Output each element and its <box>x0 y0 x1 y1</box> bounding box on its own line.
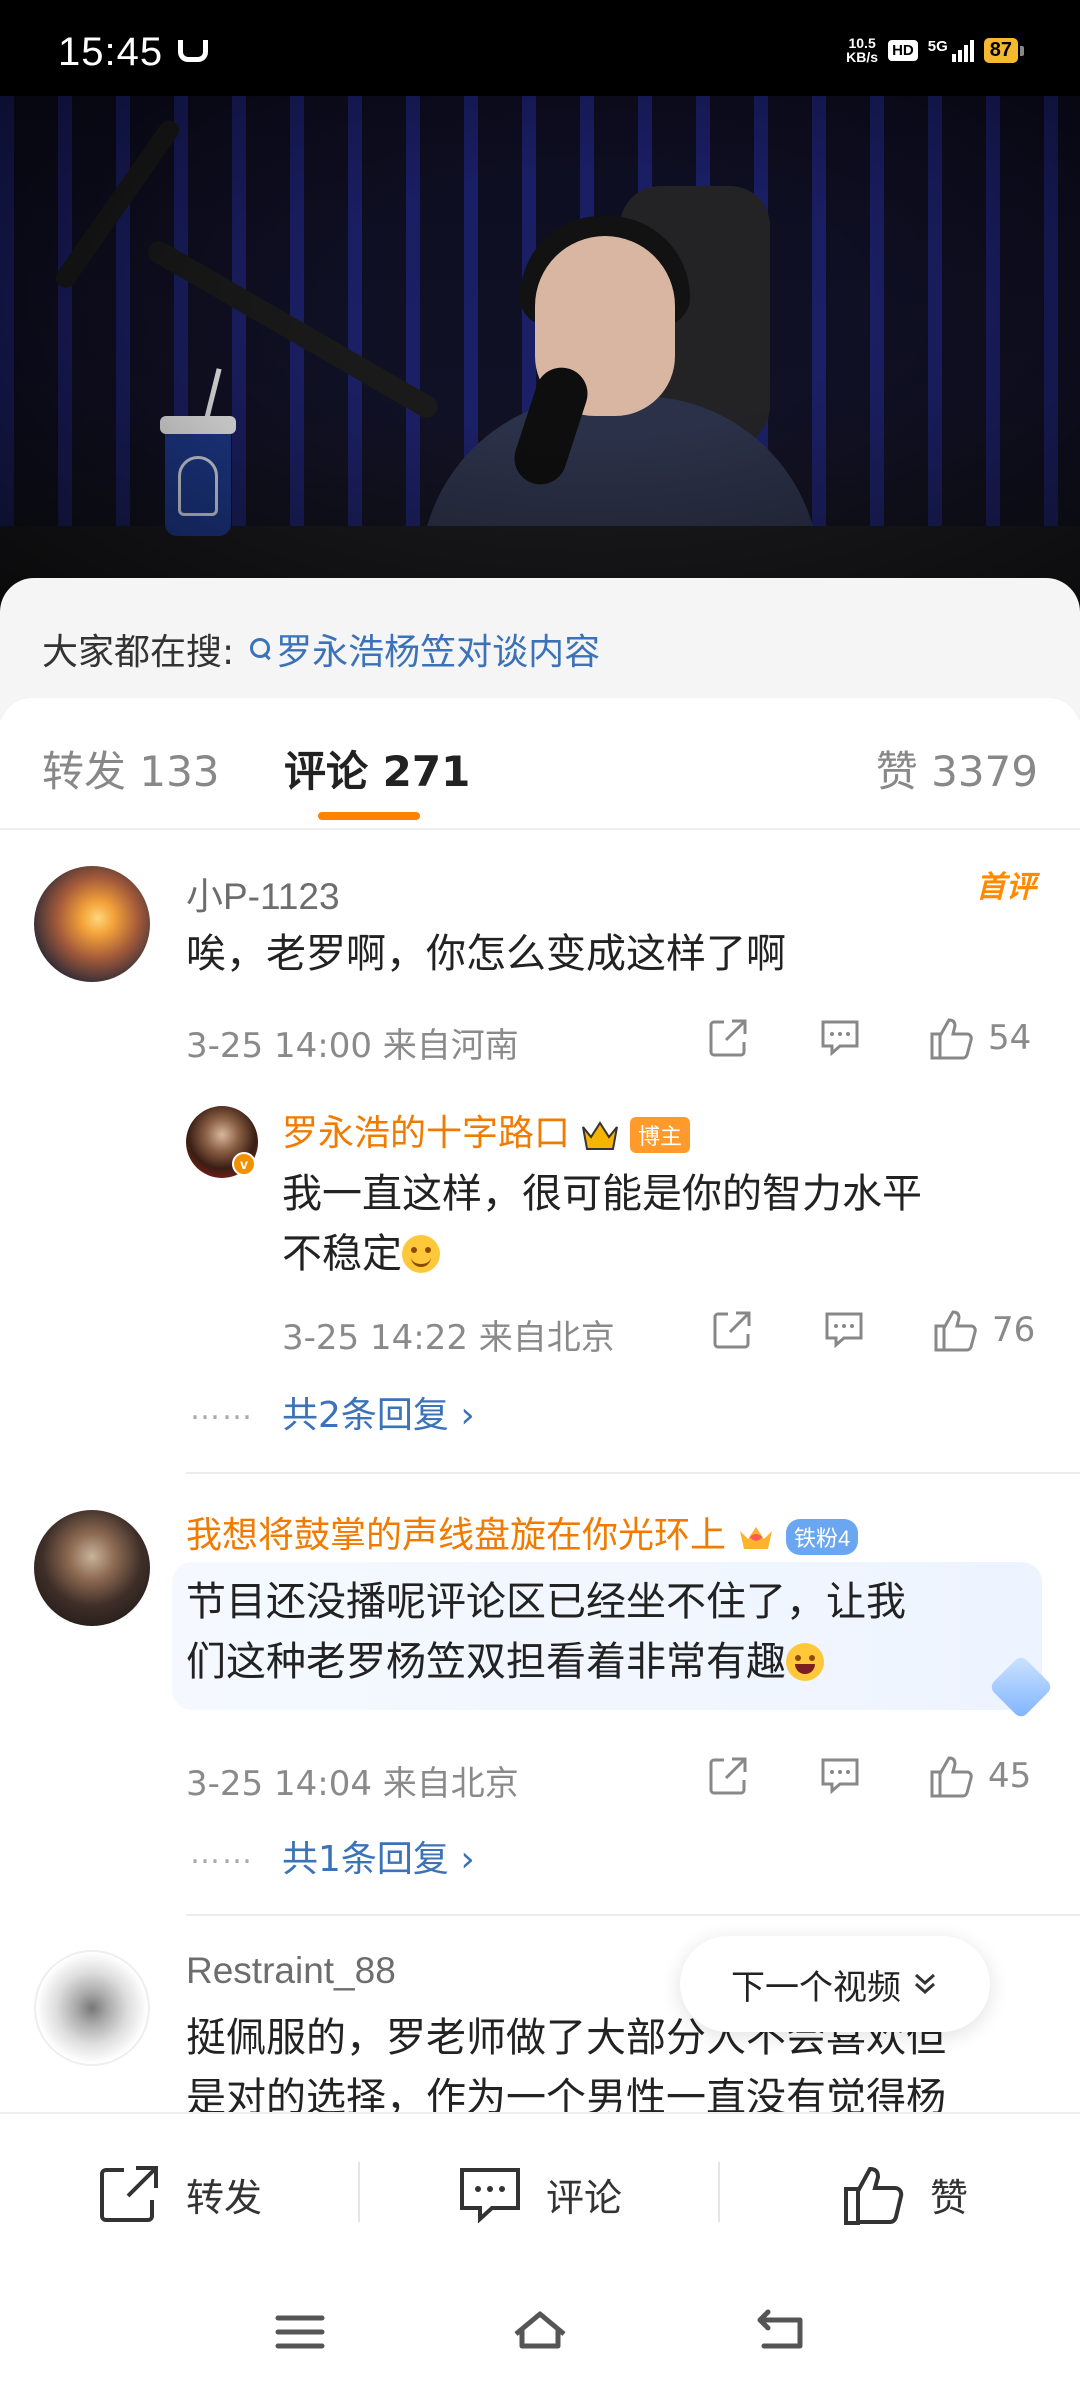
like-icon[interactable] <box>928 1752 976 1800</box>
like-count: 76 <box>992 1310 1036 1350</box>
status-time: 15:45 <box>58 30 164 74</box>
bottom-bar-separator <box>718 2162 720 2222</box>
comment-divider <box>186 1914 1080 1916</box>
avatar[interactable] <box>34 1510 150 1626</box>
video-player[interactable] <box>0 96 1080 616</box>
notification-icon <box>178 40 208 62</box>
comment-icon <box>460 2168 520 2224</box>
tab-comment[interactable]: 评论 271 <box>284 738 470 799</box>
more-replies-link[interactable]: 共1条回复 › <box>282 1830 475 1882</box>
comment-meta: 3-25 14:04 来自北京 <box>186 1764 519 1804</box>
like-button[interactable]: 赞 <box>840 2114 968 2274</box>
fan-crown-icon <box>740 1527 773 1550</box>
next-video-button[interactable]: 下一个视频 <box>680 1936 990 2032</box>
laugh-emoji-icon <box>786 1643 824 1681</box>
like-count: 45 <box>988 1756 1032 1796</box>
comment-icon[interactable] <box>818 1754 862 1798</box>
comment-username[interactable]: 我想将鼓掌的声线盘旋在你光环上 铁粉4 <box>186 1506 859 1558</box>
avatar[interactable] <box>34 866 150 982</box>
network-speed: 10.5 KB/s <box>846 35 879 65</box>
comment-button[interactable]: 评论 <box>456 2114 622 2274</box>
share-icon <box>100 2166 158 2222</box>
menu-icon[interactable] <box>270 2302 330 2362</box>
share-icon[interactable] <box>706 1016 750 1060</box>
more-replies-link[interactable]: 共2条回复 › <box>282 1386 475 1438</box>
comment-text: 节目还没播呢评论区已经坐不住了，让我 们这种老罗杨笠双担看着非常有趣 <box>186 1579 906 1685</box>
verified-icon: v <box>232 1152 256 1176</box>
trending-search-link[interactable]: 罗永浩杨笠对谈内容 <box>250 623 600 675</box>
comment-icon[interactable] <box>818 1016 862 1060</box>
share-icon[interactable] <box>706 1754 750 1798</box>
search-icon <box>250 638 272 660</box>
tab-active-indicator <box>318 812 420 820</box>
like-icon <box>844 2166 904 2225</box>
fan-badge: 铁粉4 <box>786 1519 859 1556</box>
comment-icon[interactable] <box>822 1308 866 1352</box>
reply-meta: 3-25 14:22 来自北京 <box>282 1318 615 1358</box>
smile-emoji-icon <box>402 1235 440 1273</box>
tab-like[interactable]: 赞 3379 <box>876 738 1038 799</box>
battery-icon: 87 <box>983 37 1025 63</box>
bottom-action-bar: 转发 评论 赞 <box>0 2112 1080 2272</box>
avatar[interactable] <box>34 1950 150 2066</box>
status-indicators: 10.5 KB/s HD 5G 87 <box>846 35 1025 65</box>
comment-actions: 54 <box>706 1014 1031 1062</box>
first-comment-badge: 首评 <box>976 871 1036 904</box>
back-icon[interactable] <box>750 2302 810 2362</box>
crown-icon <box>582 1121 619 1151</box>
video-vignette <box>0 96 1080 616</box>
reply-dots: …… <box>190 1836 254 1871</box>
comment-actions: 45 <box>706 1752 1031 1800</box>
share-icon[interactable] <box>710 1308 754 1352</box>
home-icon[interactable] <box>510 2302 570 2362</box>
status-bar: 15:45 10.5 KB/s HD 5G 87 <box>0 0 1080 96</box>
comment-divider <box>186 1472 1080 1474</box>
repost-button[interactable]: 转发 <box>96 2114 262 2274</box>
comment-username[interactable]: Restraint_88 <box>186 1950 396 1992</box>
comment-tabs: 转发 133 评论 271 赞 3379 <box>0 698 1080 830</box>
comment-meta: 3-25 14:00 来自河南 <box>186 1026 519 1066</box>
trending-label: 大家都在搜: <box>42 632 235 673</box>
bottom-bar-separator <box>358 2162 360 2222</box>
system-nav-bar <box>0 2272 1080 2400</box>
like-icon[interactable] <box>928 1014 976 1062</box>
like-icon[interactable] <box>932 1306 980 1354</box>
signal-icon: 5G <box>928 38 974 62</box>
reply-actions: 76 <box>710 1306 1035 1354</box>
like-count: 54 <box>988 1018 1032 1058</box>
comment-text: 唉，老罗啊，你怎么变成这样了啊 <box>186 931 786 977</box>
reply-dots: …… <box>190 1392 254 1427</box>
hd-icon: HD <box>888 39 918 61</box>
tab-repost[interactable]: 转发 133 <box>42 738 220 799</box>
reply-text: 我一直这样，很可能是你的智力水平 不稳定 <box>282 1171 922 1277</box>
reply-username[interactable]: 罗永浩的十字路口 博主 <box>282 1104 691 1156</box>
chevron-double-down-icon <box>915 1973 935 1995</box>
author-badge: 博主 <box>630 1117 691 1154</box>
comment-username[interactable]: 小P-1123 <box>186 866 340 920</box>
